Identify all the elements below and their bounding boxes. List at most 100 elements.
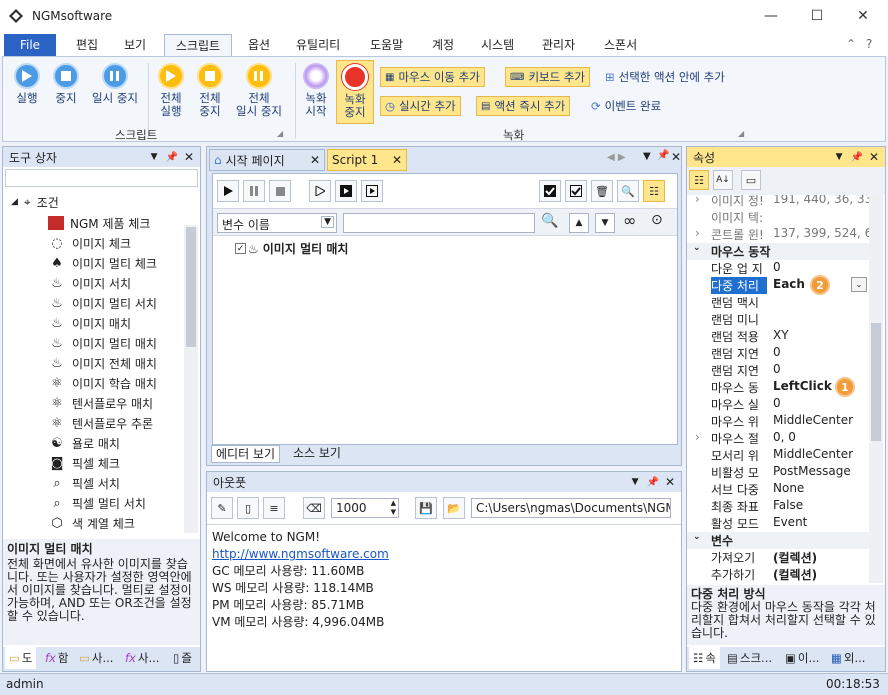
- property-row[interactable]: 랜덤 지연 0: [687, 345, 869, 362]
- save-log-button[interactable]: 💾: [415, 497, 437, 519]
- close-icon[interactable]: ✕: [184, 150, 194, 164]
- tab-help[interactable]: 도움말: [370, 33, 403, 55]
- log-link[interactable]: http://www.ngmsoftware.com: [212, 546, 676, 563]
- property-row[interactable]: 랜덤 맥시: [687, 294, 869, 311]
- dialog-launcher-icon[interactable]: ◢: [277, 129, 283, 138]
- open-folder-button[interactable]: 📂: [443, 497, 465, 519]
- move-up-button[interactable]: ▲: [569, 213, 589, 233]
- toolbox-item[interactable]: ⚛ 이미지 학습 매치: [48, 373, 157, 393]
- search-button[interactable]: 🔍: [617, 180, 639, 202]
- dropdown-icon[interactable]: ▼: [151, 152, 158, 162]
- collapse-ribbon-icon[interactable]: ⌃: [846, 33, 856, 55]
- property-row[interactable]: 비활성 모 PostMessage: [687, 464, 869, 481]
- dropdown-icon[interactable]: ▼: [632, 477, 639, 487]
- chevron-down-icon[interactable]: ⌄: [851, 277, 867, 292]
- tree-category-conditions[interactable]: ◢ ⌖ 조건: [11, 193, 59, 211]
- property-row[interactable]: 추가하기 (컬렉션): [687, 566, 869, 583]
- wrap-button[interactable]: ≡: [263, 497, 285, 519]
- category-variables[interactable]: ⌄ 변수: [687, 532, 869, 549]
- record-start-button[interactable]: 녹화 시작: [299, 63, 333, 118]
- log-path-input[interactable]: C:\Users\ngmas\Documents\NGM6\: [471, 498, 671, 518]
- tab-scripts[interactable]: ▤ 스크...: [723, 647, 776, 669]
- delete-button[interactable]: 🗑: [591, 180, 613, 202]
- run-step-button[interactable]: [217, 180, 239, 202]
- property-row[interactable]: 서브 다중 None: [687, 481, 869, 498]
- variable-select[interactable]: 변수 이름 ▼: [217, 213, 337, 233]
- property-scrollbar[interactable]: [869, 195, 883, 583]
- sort-az-button[interactable]: A↓: [713, 170, 733, 190]
- collapse-icon[interactable]: ⌄: [693, 532, 701, 542]
- tab-external[interactable]: ▦ 외...: [827, 647, 869, 669]
- pause-step-button[interactable]: [243, 180, 265, 202]
- new-log-button[interactable]: ▯: [237, 497, 259, 519]
- run-all-button[interactable]: 전체 실행: [153, 63, 189, 118]
- pin-icon[interactable]: 📌: [165, 152, 177, 163]
- close-button[interactable]: ✕: [840, 0, 886, 32]
- help-icon[interactable]: ?: [866, 33, 872, 55]
- variable-value-input[interactable]: [343, 213, 535, 233]
- tab-images[interactable]: ▣ 이...: [781, 647, 823, 669]
- tab-favorites[interactable]: ▯ 즐: [169, 647, 196, 669]
- toolbox-item[interactable]: ◌ 이미지 체크: [48, 233, 131, 253]
- move-down-button[interactable]: ▼: [595, 213, 615, 233]
- tab-properties[interactable]: ☷ 속: [689, 647, 720, 669]
- event-done-button[interactable]: ⟳ 이벤트 완료: [587, 96, 665, 116]
- property-row[interactable]: 모서리 위 MiddleCenter: [687, 447, 869, 464]
- toolbox-search-input[interactable]: [5, 169, 198, 187]
- property-row[interactable]: 마우스 동 LeftClick 1: [687, 377, 869, 397]
- tab-system[interactable]: 시스템: [481, 33, 514, 55]
- dropdown-icon[interactable]: ▼: [836, 152, 843, 162]
- eraser-button[interactable]: ⌫: [303, 497, 325, 519]
- property-row[interactable]: › 마우스 절 0, 0: [687, 430, 869, 447]
- tab-start-page[interactable]: ⌂ 시작 페이지 ✕: [209, 149, 325, 171]
- minimize-button[interactable]: —: [748, 0, 794, 32]
- dialog-launcher-icon[interactable]: ◢: [738, 129, 744, 138]
- toolbox-item[interactable]: ♨ 이미지 전체 매치: [48, 353, 157, 373]
- tab-view[interactable]: 보기: [124, 33, 146, 55]
- toolbox-scrollbar[interactable]: [184, 225, 198, 533]
- tab-nav-icons[interactable]: ◀ ▶: [607, 152, 626, 163]
- tab-file[interactable]: File: [4, 34, 56, 56]
- tab-user-tools[interactable]: ▭ 사...: [75, 647, 117, 669]
- property-row[interactable]: 가져오기 (컬렉션): [687, 549, 869, 566]
- play-outline-button[interactable]: [309, 180, 331, 202]
- search-icon[interactable]: 🔍: [541, 213, 558, 229]
- property-pages-button[interactable]: ▭: [741, 170, 761, 190]
- property-row[interactable]: 랜덤 적용 XY: [687, 328, 869, 345]
- property-row[interactable]: 다중 처리 Each ⌄ 2: [687, 275, 869, 295]
- pin-icon[interactable]: 📌: [646, 477, 658, 488]
- toolbox-item[interactable]: ♨ 이미지 매치: [48, 313, 131, 333]
- tab-script-1[interactable]: Script 1 ✕: [327, 149, 407, 171]
- property-row[interactable]: › 콘트롤 윈! 137, 399, 524, 658: [687, 226, 869, 243]
- property-row[interactable]: 랜덤 미니: [687, 311, 869, 328]
- tab-toolbox[interactable]: ▭ 도: [5, 647, 37, 669]
- tab-edit[interactable]: 편집: [76, 33, 98, 55]
- property-row[interactable]: 마우스 위 MiddleCenter: [687, 413, 869, 430]
- toolbox-item[interactable]: ⬡ 색 계열 체크: [48, 513, 135, 533]
- stop-button[interactable]: 중지: [49, 63, 83, 105]
- dropdown-icon[interactable]: ▼: [643, 151, 651, 162]
- script-node[interactable]: ✓ ♨ 이미지 멀티 매치: [235, 240, 348, 257]
- add-keyboard-button[interactable]: ⌨ 키보드 추가: [505, 67, 590, 87]
- toolbox-item[interactable]: ⌕ 픽셀 서치: [48, 473, 120, 493]
- chevron-down-icon[interactable]: ▼: [321, 216, 334, 228]
- property-row[interactable]: 이미지 텍:: [687, 209, 869, 226]
- toolbox-item[interactable]: ◙ 픽셀 체크: [48, 453, 120, 473]
- tab-utility[interactable]: 유틸리티: [296, 33, 340, 55]
- close-tab-icon[interactable]: ✕: [310, 153, 320, 167]
- run-button[interactable]: 실행: [9, 63, 45, 105]
- expand-icon[interactable]: ›: [695, 430, 700, 444]
- tab-account[interactable]: 계정: [432, 33, 454, 55]
- tab-script[interactable]: 스크립트: [164, 34, 232, 56]
- clear-log-button[interactable]: ✎: [211, 497, 233, 519]
- property-row[interactable]: 마우스 실 0: [687, 396, 869, 413]
- check-button[interactable]: [565, 180, 587, 202]
- line-count-stepper[interactable]: 1000 ▲ ▼: [331, 498, 399, 518]
- close-icon[interactable]: ✕: [665, 475, 675, 489]
- tab-editor-view[interactable]: 에디터 보기: [211, 445, 281, 463]
- tab-functions[interactable]: fx 함: [41, 647, 72, 669]
- toolbox-item[interactable]: ♠ 이미지 멀티 체크: [48, 253, 157, 273]
- loop-icon[interactable]: ∞: [623, 211, 636, 230]
- check-all-button[interactable]: [539, 180, 561, 202]
- tab-user-functions[interactable]: fx 사...: [121, 647, 163, 669]
